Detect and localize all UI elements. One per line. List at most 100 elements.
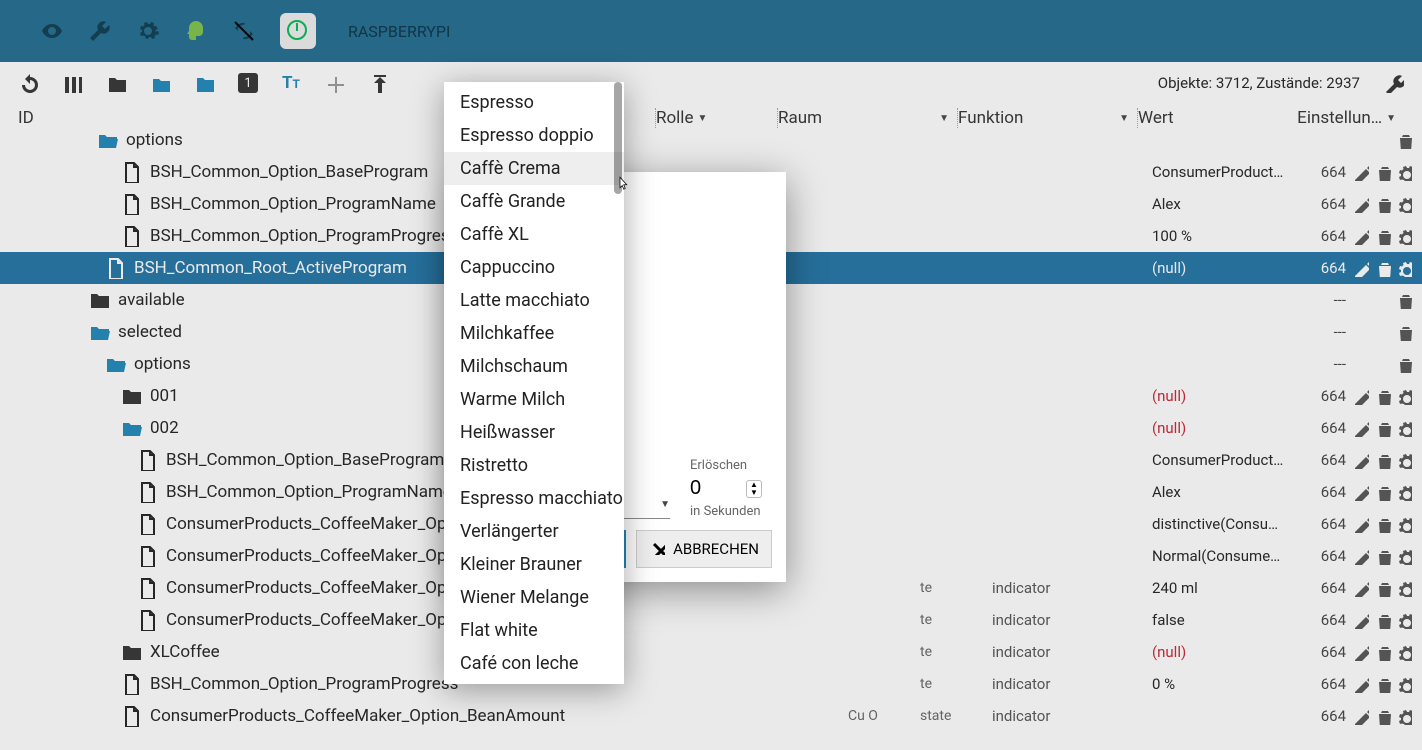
gear-icon[interactable] <box>1395 227 1412 245</box>
del-icon[interactable] <box>1373 483 1390 501</box>
gear-icon[interactable] <box>1395 707 1412 725</box>
badge-1-icon[interactable]: 1 <box>238 73 258 93</box>
menu-item[interactable]: Milchkaffee <box>444 317 624 350</box>
del-icon[interactable] <box>1373 611 1390 629</box>
del-icon[interactable] <box>1373 675 1390 693</box>
edit-icon[interactable] <box>1352 227 1369 245</box>
dropdown-scrollbar[interactable] <box>614 82 622 194</box>
menu-item[interactable]: Latte macchiato <box>444 284 624 317</box>
gear-icon[interactable] <box>136 19 160 43</box>
gear-icon[interactable] <box>1395 547 1412 565</box>
edit-icon[interactable] <box>1352 675 1369 693</box>
gear-icon[interactable] <box>1395 163 1412 181</box>
folder-open2-icon[interactable] <box>194 73 214 93</box>
edit-icon[interactable] <box>1352 163 1369 181</box>
del-icon[interactable] <box>1373 707 1390 725</box>
menu-item[interactable]: Café con leche <box>444 647 624 680</box>
settings-icon[interactable] <box>1384 73 1404 93</box>
node-name: XLCoffee <box>150 642 220 662</box>
gear-icon[interactable] <box>1395 419 1412 437</box>
folder-open-icon[interactable] <box>150 73 170 93</box>
sync-off-icon[interactable] <box>232 19 256 43</box>
add-icon[interactable] <box>324 73 344 93</box>
del-icon[interactable] <box>1373 163 1390 181</box>
menu-item[interactable]: Caffè Grande <box>444 185 624 218</box>
del-icon[interactable] <box>1373 195 1390 213</box>
edit-icon[interactable] <box>1352 195 1369 213</box>
del-icon[interactable] <box>1373 547 1390 565</box>
edit-icon[interactable] <box>1352 579 1369 597</box>
menu-item[interactable]: Warme Milch <box>444 383 624 416</box>
del-icon[interactable] <box>1373 259 1390 277</box>
gear-icon[interactable] <box>1395 675 1412 693</box>
tree-row[interactable]: options <box>0 124 1422 156</box>
tree-row[interactable]: XLCoffee te indicator (null) 664 <box>0 636 1422 668</box>
del-icon[interactable] <box>1373 515 1390 533</box>
gear-icon[interactable] <box>1395 611 1412 629</box>
value-cell: distinctive(Consu… <box>1152 515 1302 533</box>
gear-icon[interactable] <box>1395 387 1412 405</box>
del-icon[interactable] <box>1394 131 1412 149</box>
del-icon[interactable] <box>1394 355 1412 373</box>
folder-icon <box>88 289 110 311</box>
tree-row[interactable]: ConsumerProducts_CoffeeMaker_Option_Bean… <box>0 700 1422 732</box>
cancel-button[interactable]: ABBRECHEN <box>636 530 772 568</box>
edit-icon[interactable] <box>1352 483 1369 501</box>
file-icon <box>136 545 158 567</box>
ack-cell: 664 <box>1302 419 1352 437</box>
edit-icon[interactable] <box>1352 707 1369 725</box>
del-icon[interactable] <box>1373 579 1390 597</box>
del-icon[interactable] <box>1394 323 1412 341</box>
text-size-icon[interactable]: TT <box>282 73 300 93</box>
edit-icon[interactable] <box>1352 643 1369 661</box>
menu-item[interactable]: Cappuccino <box>444 251 624 284</box>
edit-icon[interactable] <box>1352 259 1369 277</box>
del-icon[interactable] <box>1373 643 1390 661</box>
menu-item[interactable]: Caffè Crema <box>444 152 624 185</box>
gear-icon[interactable] <box>1395 195 1412 213</box>
wrench-icon[interactable] <box>88 19 112 43</box>
edit-icon[interactable] <box>1352 611 1369 629</box>
del-icon[interactable] <box>1373 227 1390 245</box>
erase-input[interactable] <box>690 477 746 500</box>
edit-icon[interactable] <box>1352 451 1369 469</box>
columns-icon[interactable] <box>62 73 82 93</box>
menu-item[interactable]: Flat white <box>444 614 624 647</box>
gear-icon[interactable] <box>1395 579 1412 597</box>
menu-item[interactable]: Espresso macchiato <box>444 482 624 515</box>
edit-icon[interactable] <box>1352 547 1369 565</box>
menu-item[interactable]: Wiener Melange <box>444 581 624 614</box>
menu-item[interactable]: Verlängerter <box>444 515 624 548</box>
edit-icon[interactable] <box>1352 419 1369 437</box>
upload-icon[interactable] <box>368 73 388 93</box>
gear-icon[interactable] <box>1395 259 1412 277</box>
del-icon[interactable] <box>1373 387 1390 405</box>
menu-item[interactable]: Heißwasser <box>444 416 624 449</box>
eye-icon[interactable] <box>40 19 64 43</box>
del-icon[interactable] <box>1373 451 1390 469</box>
menu-item[interactable]: Caffè XL <box>444 218 624 251</box>
del-icon[interactable] <box>1394 291 1412 309</box>
gear-icon[interactable] <box>1395 483 1412 501</box>
tree-row[interactable]: BSH_Common_Option_ProgramProgress te ind… <box>0 668 1422 700</box>
edit-icon[interactable] <box>1352 387 1369 405</box>
menu-item[interactable]: Ristretto <box>444 449 624 482</box>
gear-icon[interactable] <box>1395 451 1412 469</box>
gear-icon[interactable] <box>1395 515 1412 533</box>
tree-row[interactable]: ConsumerProducts_CoffeeMaker_Optio te in… <box>0 604 1422 636</box>
folder-close-icon[interactable] <box>106 73 126 93</box>
edit-icon[interactable] <box>1352 515 1369 533</box>
refresh-icon[interactable] <box>18 73 38 93</box>
menu-item[interactable]: Kleiner Brauner <box>444 548 624 581</box>
menu-item[interactable]: Espresso <box>444 86 624 119</box>
profile-icon[interactable] <box>184 19 208 43</box>
del-icon[interactable] <box>1373 419 1390 437</box>
ack-cell: 664 <box>1302 195 1352 213</box>
gear-icon[interactable] <box>1395 643 1412 661</box>
ack-cell: 664 <box>1302 483 1352 501</box>
spinner-buttons[interactable]: ▲▼ <box>746 480 762 498</box>
menu-item[interactable]: Espresso doppio <box>444 119 624 152</box>
ack-cell: 664 <box>1302 387 1352 405</box>
program-dropdown[interactable]: EspressoEspresso doppioCaffè CremaCaffè … <box>444 82 624 684</box>
menu-item[interactable]: Milchschaum <box>444 350 624 383</box>
